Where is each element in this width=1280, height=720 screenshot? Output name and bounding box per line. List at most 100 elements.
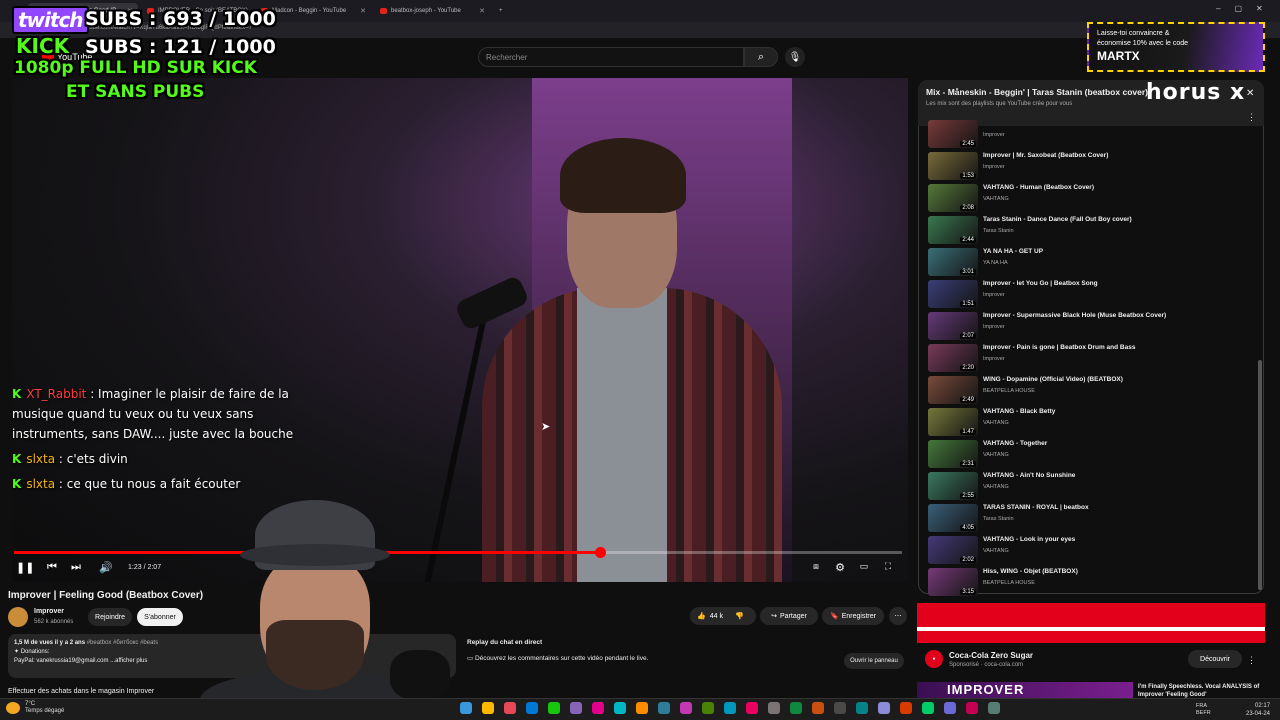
playlist-item[interactable]: 2:49 WING - Dopamine (Official Video) (BE… xyxy=(928,376,1258,406)
weather-widget[interactable]: 7°C Temps dégagé xyxy=(25,701,64,715)
close-icon[interactable]: ✕ xyxy=(479,7,485,15)
app-icon[interactable] xyxy=(944,702,956,714)
playlist-item[interactable]: 1:47 VAHTANG - Black Betty VAHTANG xyxy=(928,408,1258,438)
playlist-thumbnail[interactable]: 1:53 xyxy=(928,152,978,180)
app-icon[interactable] xyxy=(790,702,802,714)
next-video-title[interactable]: I'm Finally Speechless. Vocal ANALYSIS o… xyxy=(1138,683,1268,699)
playlist-thumbnail[interactable]: 2:31 xyxy=(928,440,978,468)
search-input[interactable]: Rechercher xyxy=(478,47,744,67)
tab[interactable]: beatbox-joseph - YouTube ✕ xyxy=(375,3,490,19)
app-icon[interactable] xyxy=(922,702,934,714)
playlist-thumbnail[interactable]: 2:07 xyxy=(928,312,978,340)
playlist-item[interactable]: 2:02 VAHTANG - Look in your eyes VAHTANG xyxy=(928,536,1258,566)
playlist-thumbnail[interactable]: 2:45 xyxy=(928,120,978,148)
spotify-icon[interactable] xyxy=(614,702,626,714)
miniplayer-button[interactable]: ▭ xyxy=(856,561,872,572)
share-button[interactable]: ↪ Partager xyxy=(760,607,818,625)
close-icon[interactable]: ✕ xyxy=(360,7,366,15)
language-indicator[interactable]: FRA BEFR xyxy=(1196,703,1211,717)
playlist-item-title[interactable]: Improver - Supermassive Black Hole (Muse… xyxy=(983,312,1166,319)
app-icon[interactable] xyxy=(812,702,824,714)
volume-button[interactable]: 🔊 xyxy=(98,561,114,574)
next-button[interactable]: ⏭ xyxy=(68,561,84,574)
previous-button[interactable]: ⏮ xyxy=(44,561,60,574)
playlist-item[interactable]: 2:55 VAHTANG - Ain't No Sunshine VAHTANG xyxy=(928,472,1258,502)
save-button[interactable]: 🔖 Enregistrer xyxy=(822,607,884,625)
window-controls[interactable]: –▢✕ xyxy=(1216,4,1277,13)
app-icon[interactable] xyxy=(768,702,780,714)
app-icon[interactable] xyxy=(856,702,868,714)
channel-avatar[interactable] xyxy=(8,607,28,627)
playlist-item-title[interactable]: TARAS STANIN - ROYAL | beatbox xyxy=(983,504,1089,511)
store-icon[interactable] xyxy=(570,702,582,714)
playlist-item-title[interactable]: VAHTANG - Ain't No Sunshine xyxy=(983,472,1075,479)
close-playlist-button[interactable]: ✕ xyxy=(1246,88,1254,99)
mail-icon[interactable] xyxy=(592,702,604,714)
steam-icon[interactable] xyxy=(636,702,648,714)
playlist-item[interactable]: 3:01 YA NA HA - GET UP YA NA HA xyxy=(928,248,1258,278)
join-button[interactable]: Rejoindre xyxy=(88,608,132,626)
playlist-thumbnail[interactable]: 4:05 xyxy=(928,504,978,532)
thumbs-down-icon[interactable]: 👎 xyxy=(735,612,744,620)
hashtags[interactable]: #beatbox #битбокс #beats xyxy=(87,640,158,646)
app-icon[interactable] xyxy=(834,702,846,714)
playlist-item[interactable]: 2:31 VAHTANG - Together VAHTANG xyxy=(928,440,1258,470)
playlist-item-title[interactable]: YA NA HA - GET UP xyxy=(983,248,1043,255)
playlist-thumbnail[interactable]: 3:15 xyxy=(928,568,978,596)
voice-search-button[interactable]: 🎙 xyxy=(785,47,805,67)
task-view-icon[interactable] xyxy=(504,702,516,714)
settings-button[interactable]: ⚙ xyxy=(832,561,848,574)
settings-icon[interactable] xyxy=(746,702,758,714)
discord-icon[interactable] xyxy=(658,702,670,714)
playlist-item-title[interactable]: VAHTANG - Look in your eyes xyxy=(983,536,1075,543)
playlist-thumbnail[interactable]: 2:20 xyxy=(928,344,978,372)
channel-name[interactable]: Improver xyxy=(34,608,64,615)
playlist-item[interactable]: 3:15 Hiss, WING - Objet (BEATBOX) BEATPELL… xyxy=(928,568,1258,598)
edge-icon[interactable] xyxy=(526,702,538,714)
more-actions-button[interactable]: ⋯ xyxy=(889,607,907,625)
playlist-item[interactable]: 2:08 VAHTANG - Human (Beatbox Cover) VAHTA… xyxy=(928,184,1258,214)
playlist-item[interactable]: 2:20 Improver - Pain is gone | Beatbox Dr… xyxy=(928,344,1258,374)
playlist-item-title[interactable]: Taras Stanin - Dance Dance (Fall Out Boy… xyxy=(983,216,1132,223)
search-icon[interactable] xyxy=(482,702,494,714)
app-icon[interactable] xyxy=(966,702,978,714)
app-icon[interactable] xyxy=(878,702,890,714)
photoshop-icon[interactable] xyxy=(724,702,736,714)
playlist-item[interactable]: 2:45 Improver xyxy=(928,120,1258,150)
playlist-thumbnail[interactable]: 2:08 xyxy=(928,184,978,212)
playlist-item-title[interactable]: VAHTANG - Together xyxy=(983,440,1047,447)
search-button[interactable]: ⌕ xyxy=(744,47,778,67)
fullscreen-button[interactable]: ⛶ xyxy=(880,561,896,572)
system-clock[interactable]: 02:17 23-04-24 xyxy=(1246,702,1270,718)
ad-banner-image[interactable] xyxy=(917,603,1265,643)
explorer-icon[interactable] xyxy=(548,702,560,714)
playlist-thumbnail[interactable]: 2:44 xyxy=(928,216,978,244)
chrome-icon[interactable] xyxy=(702,702,714,714)
playlist-thumbnail[interactable]: 2:55 xyxy=(928,472,978,500)
playlist-item[interactable]: 2:44 Taras Stanin - Dance Dance (Fall Out… xyxy=(928,216,1258,246)
playlist-thumbnail[interactable]: 2:02 xyxy=(928,536,978,564)
playlist-item[interactable]: 2:07 Improver - Supermassive Black Hole (… xyxy=(928,312,1258,342)
subtitles-button[interactable]: ⧈ xyxy=(808,561,824,572)
playlist-thumbnail[interactable]: 1:51 xyxy=(928,280,978,308)
new-tab-button[interactable]: + xyxy=(494,3,510,19)
playlist-scrollbar[interactable] xyxy=(1258,360,1262,590)
discover-button[interactable]: Découvrir xyxy=(1188,650,1242,668)
app-icon[interactable] xyxy=(988,702,1000,714)
shop-link[interactable]: Effectuer des achats dans le magasin Imp… xyxy=(8,688,154,695)
playlist-item-title[interactable]: Improver - Pain is gone | Beatbox Drum a… xyxy=(983,344,1135,351)
playlist-item[interactable]: 1:51 Improver - let You Go | Beatbox Song… xyxy=(928,280,1258,310)
playlist-item-title[interactable]: Improver - let You Go | Beatbox Song xyxy=(983,280,1098,287)
ad-title[interactable]: Coca-Cola Zero Sugar xyxy=(949,651,1033,660)
playlist-item-title[interactable]: Improver | Mr. Saxobeat (Beatbox Cover) xyxy=(983,152,1108,159)
progress-scrubber[interactable] xyxy=(595,547,606,558)
playlist-item-title[interactable]: VAHTANG - Black Betty xyxy=(983,408,1055,415)
pause-button[interactable]: ❚❚ xyxy=(16,561,34,574)
playlist-item[interactable]: 1:53 Improver | Mr. Saxobeat (Beatbox Cov… xyxy=(928,152,1258,182)
playlist-item[interactable]: 4:05 TARAS STANIN - ROYAL | beatbox Taras … xyxy=(928,504,1258,534)
video-player[interactable] xyxy=(12,78,908,582)
ad-menu-button[interactable]: ⋮ xyxy=(1247,655,1256,666)
playlist-thumbnail[interactable]: 1:47 xyxy=(928,408,978,436)
playlist-item-title[interactable]: VAHTANG - Human (Beatbox Cover) xyxy=(983,184,1094,191)
like-button[interactable]: 👍 44 k 👎 xyxy=(690,607,756,625)
